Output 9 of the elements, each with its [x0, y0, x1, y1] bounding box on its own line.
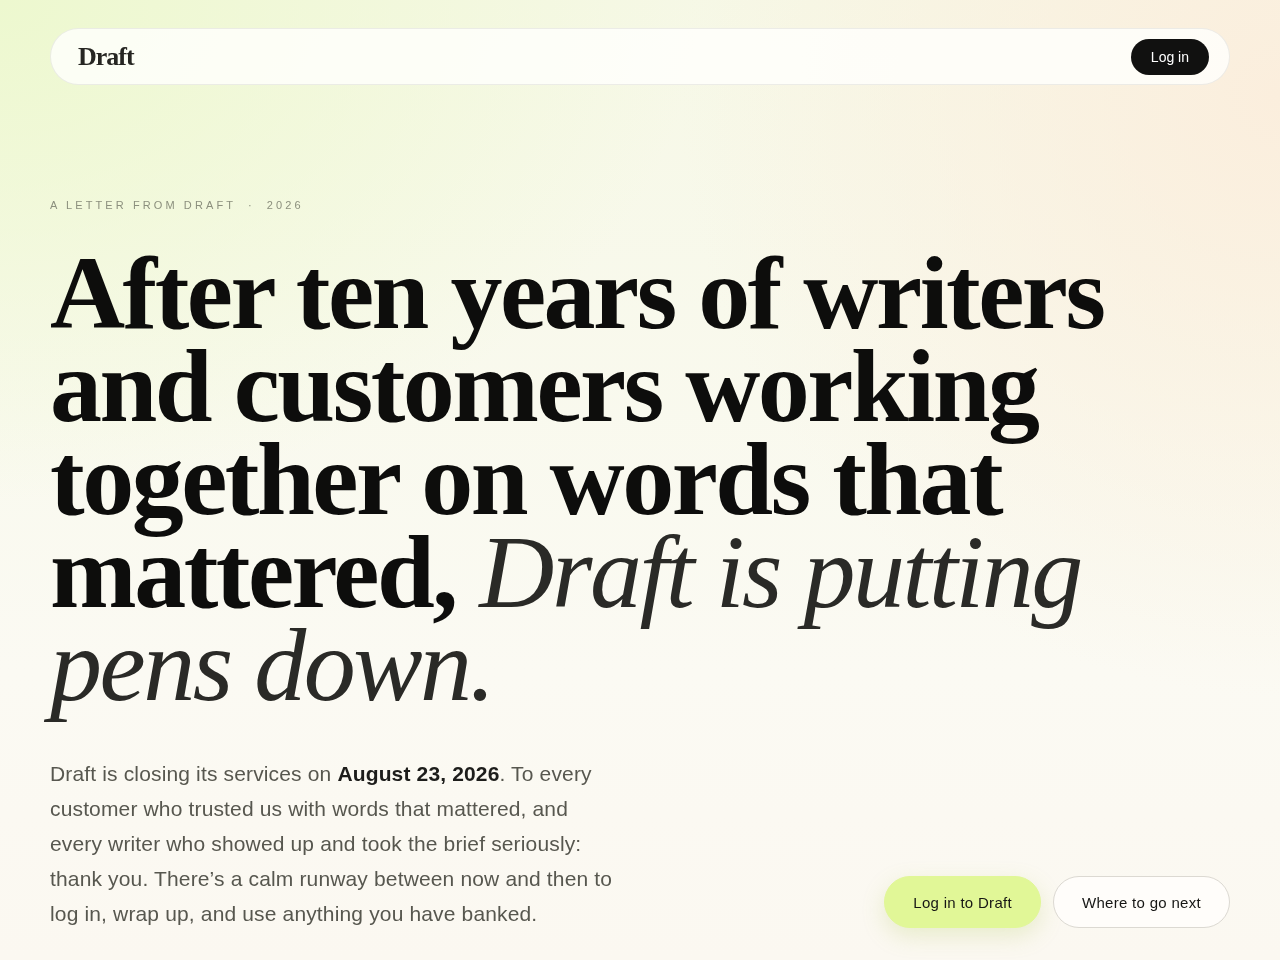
headline: After ten years of writers and customers working together on words that mattered, Draft is putting pens down.: [36, 236, 1204, 733]
secondary-button[interactable]: Where to go next: [1052, 876, 1230, 928]
primary-button[interactable]: Log in to Draft: [884, 876, 1041, 928]
logo-wordmark[interactable]: Draft: [78, 41, 134, 72]
separator-dot: ·: [248, 199, 255, 211]
eyebrow-label: A LETTER FROM DRAFT: [50, 199, 237, 211]
eyebrow-year: 2026: [266, 199, 304, 211]
intro-paragraph: Draft is closing its services on August 23, 2026. To every customer who trusted us with words that mattered, and every writer who showed up and took the brief seriously: thank you. There’s a calm runway between now and then to log in, wrap up, and use anything you have banked.: [50, 761, 614, 927]
log-in-button[interactable]: Log in: [1130, 38, 1209, 75]
